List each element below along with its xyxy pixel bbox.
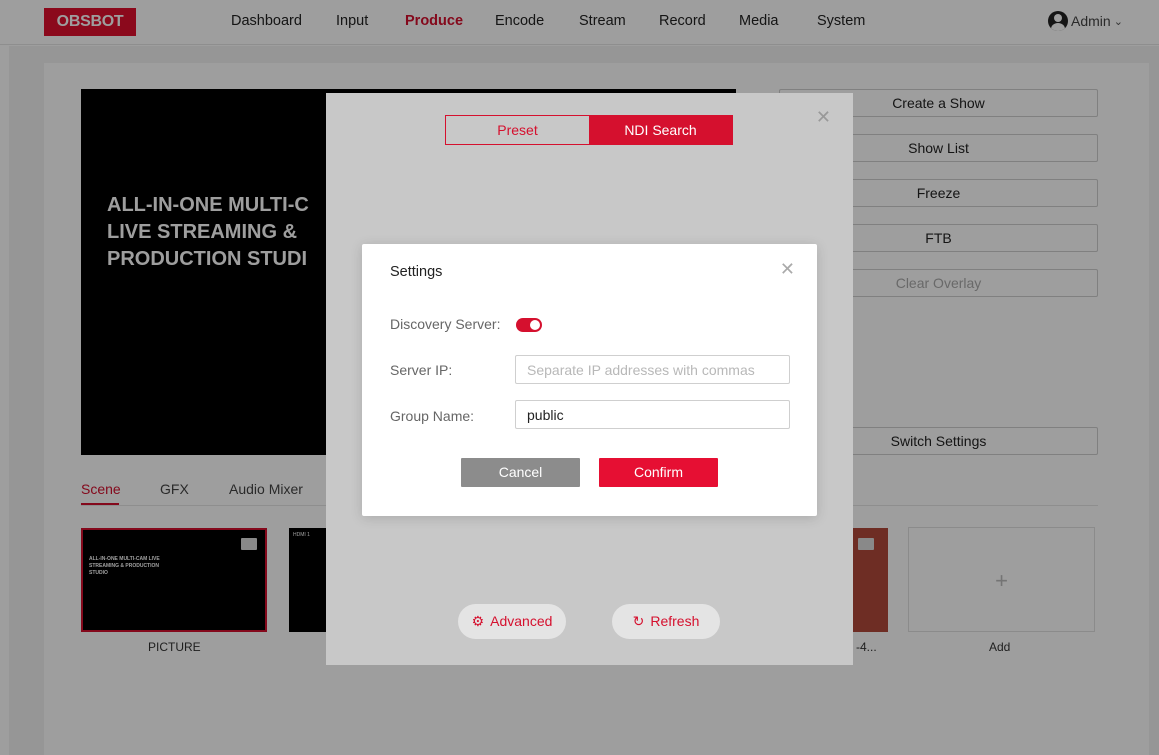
gear-icon: ⚙ xyxy=(471,613,485,629)
tab-preset[interactable]: Preset xyxy=(446,116,589,144)
settings-dialog: Settings ✕ Discovery Server: Server IP: … xyxy=(362,244,817,516)
dialog-title: Settings xyxy=(390,264,443,280)
discovery-server-toggle[interactable] xyxy=(516,318,542,332)
close-icon[interactable]: ✕ xyxy=(816,107,831,128)
confirm-button[interactable]: Confirm xyxy=(599,458,718,487)
source-type-segmented-control: Preset NDI Search xyxy=(445,115,733,145)
close-icon[interactable]: ✕ xyxy=(780,259,795,280)
refresh-icon: ↻ xyxy=(632,613,645,629)
server-ip-label: Server IP: xyxy=(390,362,453,378)
advanced-button[interactable]: ⚙ Advanced xyxy=(458,604,566,639)
refresh-button[interactable]: ↻ Refresh xyxy=(612,604,720,639)
group-name-label: Group Name: xyxy=(390,408,475,424)
group-name-input[interactable] xyxy=(515,400,790,429)
cancel-button[interactable]: Cancel xyxy=(461,458,580,487)
server-ip-input[interactable] xyxy=(515,355,790,384)
tab-ndi-search[interactable]: NDI Search xyxy=(589,116,732,144)
discovery-server-label: Discovery Server: xyxy=(390,316,501,332)
